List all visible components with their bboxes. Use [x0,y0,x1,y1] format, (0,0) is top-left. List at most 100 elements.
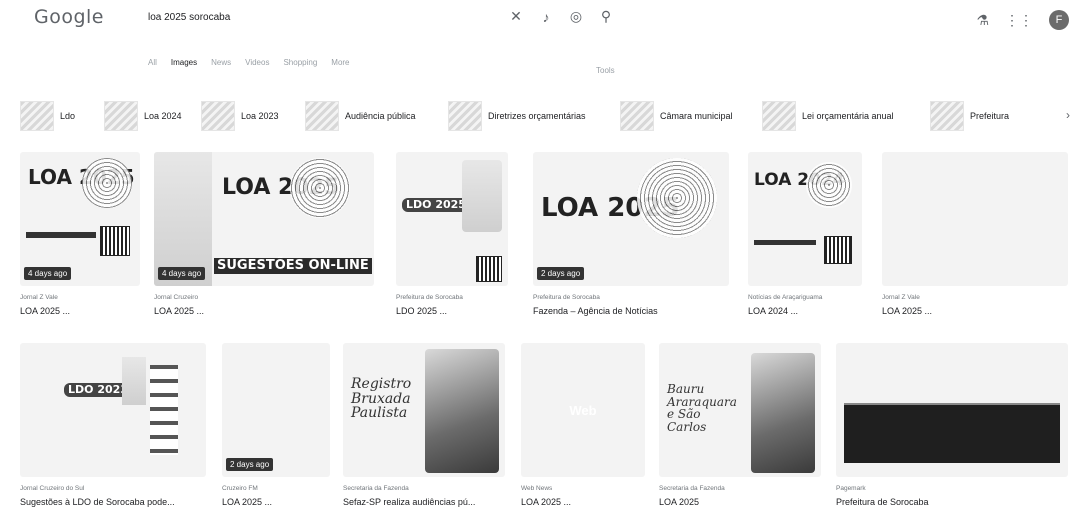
crowd-graphic [290,158,350,218]
result-image[interactable]: Registro Bruxada Paulista [343,343,505,477]
result-source[interactable]: Secretaria da Fazenda [659,485,821,492]
chevron-right-icon[interactable]: › [1066,108,1070,122]
poster-script: Bauru Araraquara e São Carlos [667,382,737,434]
chip-camara-municipal[interactable]: Câmara municipal [620,96,733,136]
result-title[interactable]: LOA 2025 ... [882,306,1068,316]
result-source[interactable]: Pagemark [836,485,1068,492]
avatar[interactable]: F [1049,10,1069,30]
result-source[interactable]: Jornal Z Vale [20,294,140,301]
result-title[interactable]: LOA 2024 ... [748,306,862,316]
tab-news[interactable]: News [211,58,231,67]
result-title[interactable]: LOA 2025 ... [521,497,645,507]
tab-shopping[interactable]: Shopping [283,58,317,67]
result-title[interactable]: Sefaz-SP realiza audiências pú... [343,497,505,507]
image-result[interactable]: Pagemark Prefeitura de Sorocaba [836,343,1068,513]
result-title[interactable]: LOA 2025 ... [154,306,314,316]
result-source[interactable]: Prefeitura de Sorocaba [396,294,508,301]
qr-code [476,256,502,282]
person-photo [425,349,499,473]
poster-subtitle: SUGESTÕES ON-LINE [214,258,372,275]
search-box[interactable]: loa 2025 sorocaba ✕ ♪ ◎ ⚲ [120,2,640,36]
apps-icon[interactable]: ⋮⋮ [1005,12,1033,29]
result-image[interactable]: LOA 2024 [748,152,862,286]
result-image[interactable]: LOA 2025 2 days ago [533,152,729,286]
chip-thumbnail [201,101,235,131]
photo-panel [154,152,212,286]
image-result[interactable]: Registro Bruxada Paulista Secretaria da … [343,343,505,513]
search-icon[interactable]: ⚲ [598,8,614,25]
result-source[interactable]: Web News [521,485,645,492]
chip-loa-2024[interactable]: Loa 2024 [104,96,182,136]
crowd-graphic [637,158,717,238]
result-source[interactable]: Secretaria da Fazenda [343,485,505,492]
result-source[interactable]: Cruzeiro FM [222,485,330,492]
result-source[interactable]: Jornal Cruzeiro [154,294,314,301]
poster-stripe [754,240,816,245]
result-title[interactable]: Sugestões à LDO de Sorocaba pode... [20,497,206,507]
web-logo: Web [569,402,597,418]
chip-thumbnail [305,101,339,131]
person-photo [751,353,815,473]
chip-loa-2023[interactable]: Loa 2023 [201,96,279,136]
result-title[interactable]: Fazenda – Agência de Notícias [533,306,729,316]
image-result[interactable]: Web Web News LOA 2025 ... [521,343,645,513]
result-image[interactable]: LDO 2023 [20,343,206,477]
result-source[interactable]: Prefeitura de Sorocaba [533,294,729,301]
related-chips: Ldo Loa 2024 Loa 2023 Audiência pública … [0,96,1077,136]
image-result[interactable]: LDO 2023 Jornal Cruzeiro do Sul Sugestõe… [20,343,206,513]
image-result[interactable]: LOA 2025 4 days ago Jornal Z Vale LOA 20… [20,152,140,322]
date-badge: 2 days ago [537,267,585,280]
mic-icon[interactable]: ♪ [538,9,554,25]
result-source[interactable]: Notícias de Araçariguama [748,294,862,301]
image-result[interactable]: 2 days ago Cruzeiro FM LOA 2025 ... [222,343,330,513]
chip-ldo[interactable]: Ldo [20,96,75,136]
tools-button[interactable]: Tools [596,66,615,75]
result-image[interactable]: Bauru Araraquara e São Carlos [659,343,821,477]
tab-more[interactable]: More [331,58,349,67]
labs-icon[interactable]: ⚗ [976,12,989,29]
result-title[interactable]: LOA 2025 ... [222,497,330,507]
image-result[interactable]: LDO 2025 Prefeitura de Sorocaba LDO 2025… [396,152,508,322]
tab-all[interactable]: All [148,58,157,67]
image-result[interactable]: Jornal Z Vale LOA 2025 ... [882,152,1068,322]
result-source[interactable]: Jornal Cruzeiro do Sul [20,485,206,492]
chip-prefeitura[interactable]: Prefeitura [930,96,1009,136]
result-image[interactable]: LOA 2025 SUGESTÕES ON-LINE 4 days ago [154,152,374,286]
qr-code [100,226,130,256]
chip-thumbnail [448,101,482,131]
result-image[interactable] [836,343,1068,477]
image-result[interactable]: Bauru Araraquara e São Carlos Secretaria… [659,343,821,513]
chip-thumbnail [620,101,654,131]
chip-lei-orcamentaria-anual[interactable]: Lei orçamentária anual [762,96,894,136]
result-title[interactable]: Prefeitura de Sorocaba [836,497,1068,507]
tab-videos[interactable]: Videos [245,58,269,67]
result-image[interactable]: LOA 2025 4 days ago [20,152,140,286]
result-image[interactable]: LDO 2025 [396,152,508,286]
crowd-graphic [806,162,852,208]
tab-images[interactable]: Images [171,58,197,67]
search-tabs: All Images News Videos Shopping More [148,58,350,67]
image-result[interactable]: LOA 2025 2 days ago Prefeitura de Soroca… [533,152,729,322]
person-photo [462,160,502,232]
chip-thumbnail [20,101,54,131]
qr-code [824,236,852,264]
result-image[interactable]: 2 days ago [222,343,330,477]
chip-thumbnail [762,101,796,131]
image-result[interactable]: LOA 2025 SUGESTÕES ON-LINE 4 days ago Jo… [154,152,374,322]
result-title[interactable]: LDO 2025 ... [396,306,508,316]
icon-list [150,365,178,455]
result-title[interactable]: LOA 2025 [659,497,821,507]
lens-icon[interactable]: ◎ [568,8,584,25]
result-image[interactable]: Web [521,343,645,477]
chip-audiencia-publica[interactable]: Audiência pública [305,96,416,136]
close-icon[interactable]: ✕ [508,8,524,25]
banner-strip [844,403,1060,463]
image-result[interactable]: LOA 2024 Notícias de Araçariguama LOA 20… [748,152,862,322]
google-logo[interactable]: Google [34,6,104,28]
date-badge: 2 days ago [226,458,274,471]
result-image[interactable] [882,152,1068,286]
chip-diretrizes-orcamentarias[interactable]: Diretrizes orçamentárias [448,96,586,136]
search-input[interactable]: loa 2025 sorocaba [148,12,230,23]
result-title[interactable]: LOA 2025 ... [20,306,140,316]
result-source[interactable]: Jornal Z Vale [882,294,1068,301]
